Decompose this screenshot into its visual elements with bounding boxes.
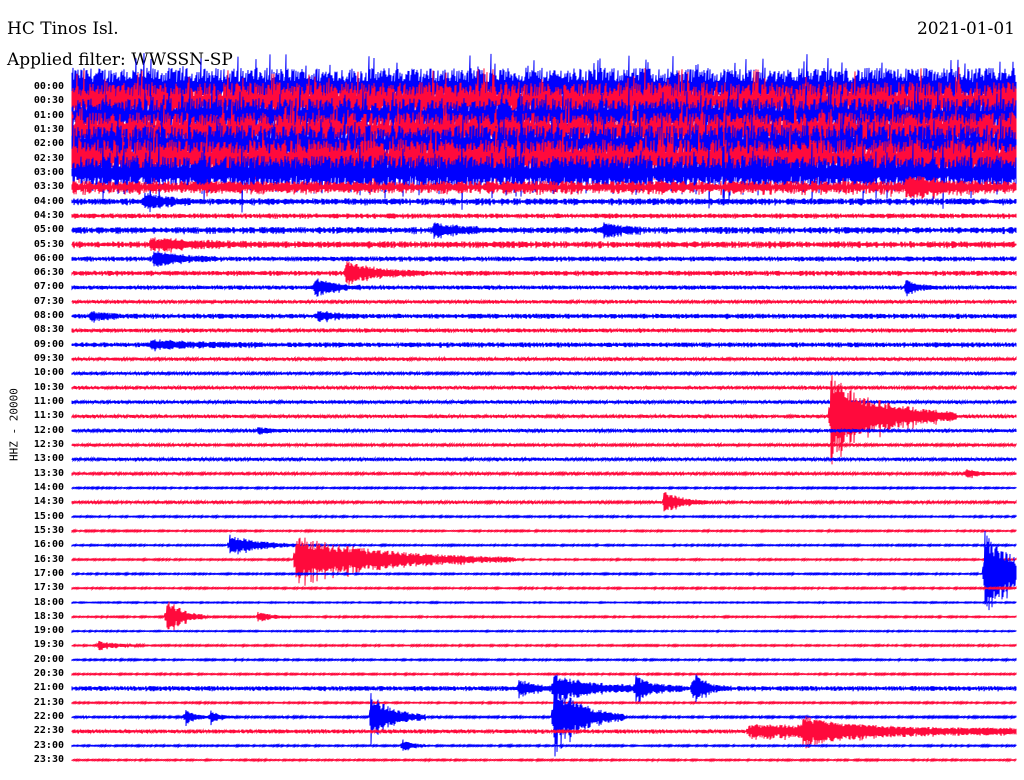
trace-0900 <box>71 339 1017 352</box>
trace-0400 <box>71 192 1017 210</box>
trace-0800 <box>71 310 1017 323</box>
trace-1600 <box>71 534 1017 555</box>
trace-2130 <box>71 700 1017 706</box>
trace-0430 <box>71 212 1017 220</box>
trace-0830 <box>71 327 1017 334</box>
trace-2000 <box>71 657 1017 663</box>
trace-1300 <box>71 455 1017 463</box>
trace-0930 <box>71 355 1017 363</box>
trace-0600 <box>71 251 1017 267</box>
trace-1730 <box>71 585 1017 592</box>
trace-1100 <box>71 398 1017 406</box>
trace-1800 <box>71 600 1017 605</box>
trace-0700 <box>71 278 1017 297</box>
trace-1900 <box>71 628 1017 634</box>
trace-0730 <box>71 298 1017 306</box>
trace-1400 <box>71 485 1017 491</box>
trace-0500 <box>71 222 1017 239</box>
trace-1700 <box>71 530 1017 611</box>
trace-1500 <box>71 513 1017 520</box>
trace-1530 <box>71 528 1017 534</box>
trace-1830 <box>71 601 1017 631</box>
trace-2230 <box>71 716 1017 749</box>
trace-1000 <box>71 370 1017 377</box>
trace-1030 <box>71 384 1017 392</box>
helicorder-plot <box>71 53 1017 763</box>
trace-1230 <box>71 441 1017 449</box>
trace-2030 <box>71 671 1017 678</box>
trace-2330 <box>71 757 1017 763</box>
trace-0530 <box>71 237 1017 253</box>
trace-1930 <box>71 640 1017 651</box>
trace-2300 <box>71 739 1017 751</box>
trace-1330 <box>71 469 1017 479</box>
trace-2100 <box>71 674 1017 704</box>
trace-0630 <box>71 261 1017 285</box>
trace-1430 <box>71 492 1017 512</box>
